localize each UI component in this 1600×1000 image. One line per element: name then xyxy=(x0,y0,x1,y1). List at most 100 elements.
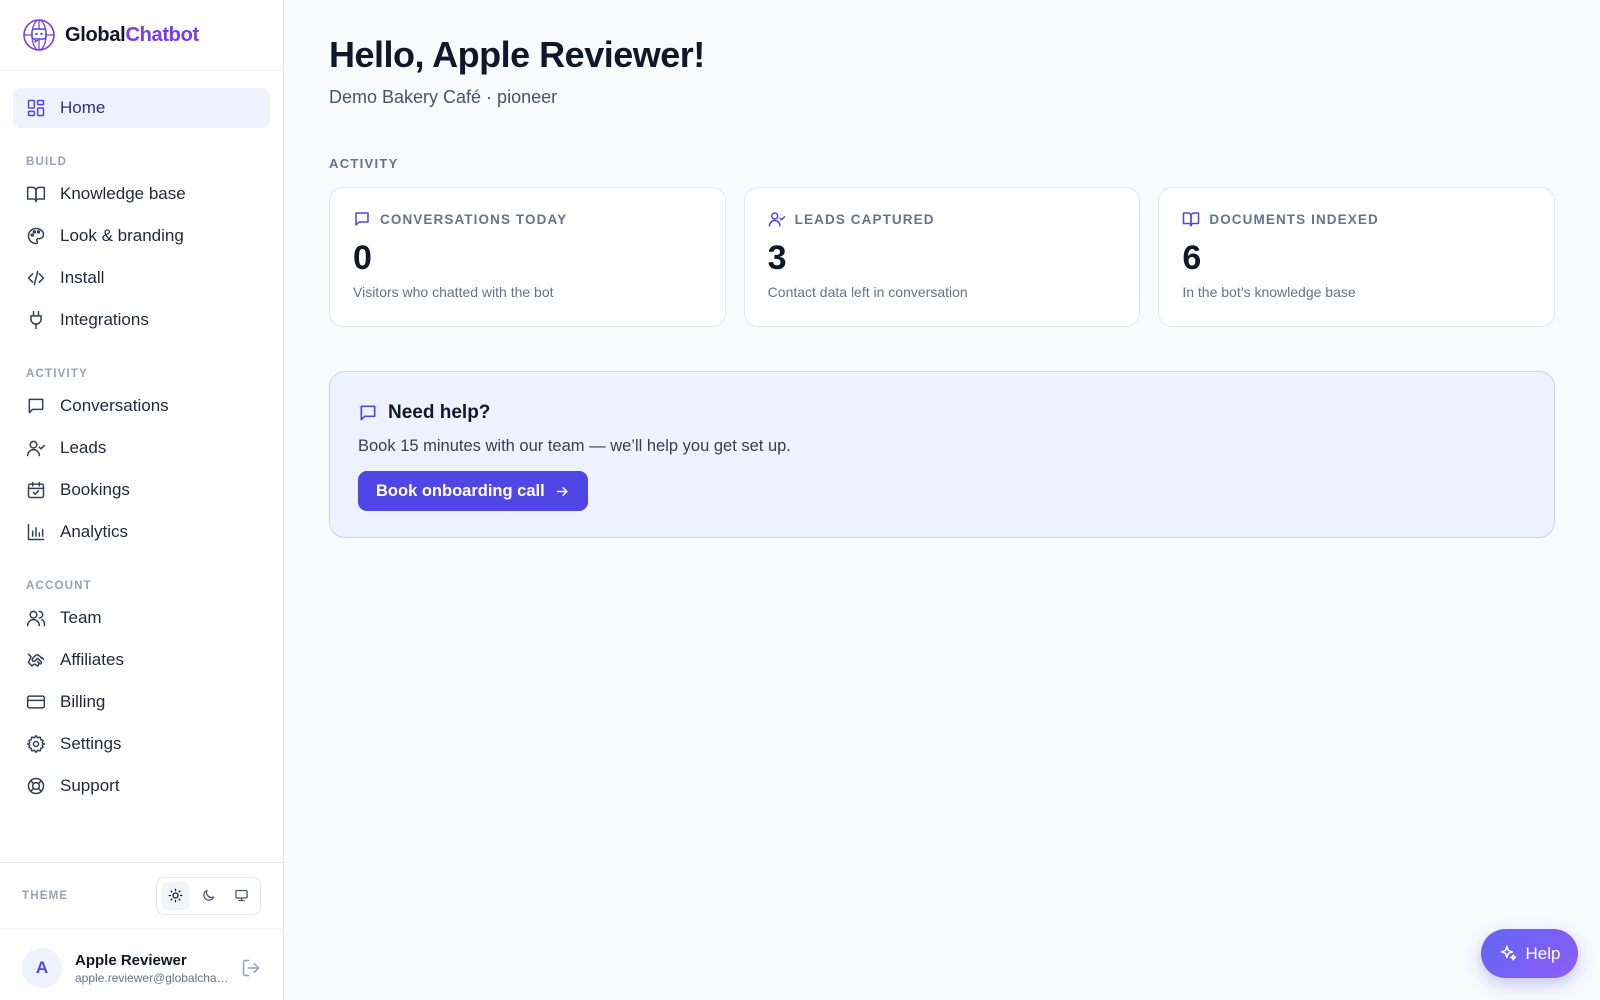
handshake-icon xyxy=(27,653,45,667)
main-content: Hello, Apple Reviewer! Demo Bakery Café … xyxy=(285,0,1600,1000)
user-info: Apple Reviewer apple.reviewer@globalchat… xyxy=(75,952,241,985)
user-check-icon xyxy=(768,212,785,227)
help-fab-button[interactable]: Help xyxy=(1481,929,1578,978)
user-check-icon xyxy=(26,440,46,457)
message-icon xyxy=(355,212,369,226)
help-card: Need help? Book 15 minutes with our team… xyxy=(329,371,1555,538)
sidebar-item-label: Settings xyxy=(60,734,122,753)
section-label-account: ACCOUNT xyxy=(26,580,92,592)
users-icon xyxy=(26,610,46,627)
card-header: DOCUMENTS INDEXED xyxy=(1182,210,1532,228)
message-icon xyxy=(360,405,376,421)
sidebar-item-label: Home xyxy=(60,98,106,117)
sidebar-item-label: Billing xyxy=(60,692,106,711)
life-buoy-icon xyxy=(27,777,45,795)
sidebar-item-leads[interactable]: Leads xyxy=(13,428,270,468)
card-description: Visitors who chatted with the bot xyxy=(353,284,554,301)
sidebar: GlobalChatbot Home BUILD Knowledge base … xyxy=(0,0,284,1000)
sidebar-item-label: Leads xyxy=(60,438,107,457)
sparkles-icon xyxy=(1500,945,1516,961)
calendar-check-icon xyxy=(27,481,45,499)
sidebar-item-label: Affiliates xyxy=(60,650,124,669)
avatar[interactable]: A xyxy=(22,948,62,988)
sidebar-item-look-branding[interactable]: Look & branding xyxy=(13,216,270,256)
sidebar-item-integrations[interactable]: Integrations xyxy=(13,300,270,340)
user-email: apple.reviewer@globalchatbot.com xyxy=(75,970,231,985)
arrow-right-icon xyxy=(556,486,568,496)
button-label: Book onboarding call xyxy=(376,481,545,500)
sidebar-item-label: Knowledge base xyxy=(60,184,186,203)
sidebar-item-label: Bookings xyxy=(60,480,130,499)
card-value: 0 xyxy=(353,239,372,277)
stat-card-documents: DOCUMENTS INDEXED 6 In the bot’s knowled… xyxy=(1158,187,1556,327)
card-description: Contact data left in conversation xyxy=(767,284,968,301)
book-icon xyxy=(26,186,46,203)
credit-card-icon xyxy=(26,695,46,709)
help-header: Need help? xyxy=(358,402,1554,424)
help-text: Book 15 minutes with our team — we’ll he… xyxy=(358,437,791,455)
sidebar-footer: THEME A Apple Reviewer apple.reviewer@gl… xyxy=(0,862,283,1000)
sidebar-nav: Home BUILD Knowledge base Look & brandin… xyxy=(0,71,283,806)
card-label: CONVERSATIONS TODAY xyxy=(380,211,568,227)
book-icon xyxy=(1183,212,1200,227)
brand-name: GlobalChatbot xyxy=(65,24,199,47)
theme-system-button[interactable] xyxy=(227,882,256,910)
sidebar-item-team[interactable]: Team xyxy=(13,598,270,638)
gear-icon xyxy=(26,734,46,754)
section-label-build: BUILD xyxy=(26,156,68,168)
sidebar-item-install[interactable]: Install xyxy=(13,258,270,298)
brand-name-global: Global xyxy=(65,23,126,46)
message-icon xyxy=(28,398,44,414)
grid-icon xyxy=(27,99,45,117)
page-subtitle: Demo Bakery Café · pioneer xyxy=(329,87,558,107)
sidebar-item-support[interactable]: Support xyxy=(13,766,270,806)
logout-icon[interactable] xyxy=(241,958,261,978)
sidebar-item-settings[interactable]: Settings xyxy=(13,724,270,764)
globe-chat-icon xyxy=(23,19,55,51)
brand-name-chatbot: Chatbot xyxy=(125,23,199,46)
sidebar-item-label: Integrations xyxy=(60,310,149,329)
card-value: 6 xyxy=(1182,239,1202,277)
plug-icon xyxy=(30,310,42,330)
sidebar-item-label: Team xyxy=(60,608,102,627)
sidebar-item-label: Install xyxy=(60,268,105,287)
sidebar-item-bookings[interactable]: Bookings xyxy=(13,470,270,510)
sidebar-item-conversations[interactable]: Conversations xyxy=(13,386,270,426)
sidebar-item-home[interactable]: Home xyxy=(13,88,270,128)
card-header: CONVERSATIONS TODAY xyxy=(353,210,703,228)
theme-light-button[interactable] xyxy=(161,881,190,910)
page-title: Hello, Apple Reviewer! xyxy=(329,34,705,75)
brand[interactable]: GlobalChatbot xyxy=(0,0,283,71)
stat-card-conversations: CONVERSATIONS TODAY 0 Visitors who chatt… xyxy=(329,187,726,327)
card-label: LEADS CAPTURED xyxy=(794,211,935,227)
fab-label: Help xyxy=(1525,943,1561,963)
theme-switcher xyxy=(156,876,261,915)
section-label-activity: ACTIVITY xyxy=(26,368,88,380)
palette-icon xyxy=(27,227,45,245)
sun-icon xyxy=(168,888,183,903)
theme-dark-button[interactable] xyxy=(194,882,223,910)
help-title: Need help? xyxy=(388,402,491,423)
monitor-icon xyxy=(235,889,248,902)
theme-row: THEME xyxy=(0,863,283,929)
user-profile: A Apple Reviewer apple.reviewer@globalch… xyxy=(0,929,283,999)
sidebar-item-label: Analytics xyxy=(60,522,129,541)
sidebar-item-label: Conversations xyxy=(60,396,169,415)
sidebar-item-billing[interactable]: Billing xyxy=(13,682,270,722)
moon-icon xyxy=(203,889,215,901)
card-value: 3 xyxy=(767,239,787,277)
user-name: Apple Reviewer xyxy=(75,951,187,969)
sidebar-item-analytics[interactable]: Analytics xyxy=(13,512,270,552)
code-icon xyxy=(27,270,45,286)
card-description: In the bot’s knowledge base xyxy=(1182,284,1356,301)
stat-card-leads: LEADS CAPTURED 3 Contact data left in co… xyxy=(743,187,1141,327)
card-label: DOCUMENTS INDEXED xyxy=(1209,211,1379,227)
sidebar-item-knowledge-base[interactable]: Knowledge base xyxy=(13,174,270,214)
card-header: LEADS CAPTURED xyxy=(768,210,1118,228)
activity-section-label: ACTIVITY xyxy=(329,156,399,171)
sidebar-item-label: Look & branding xyxy=(60,226,184,245)
book-onboarding-call-button[interactable]: Book onboarding call xyxy=(358,471,588,511)
theme-label: THEME xyxy=(22,889,69,902)
sidebar-item-label: Support xyxy=(60,776,120,795)
sidebar-item-affiliates[interactable]: Affiliates xyxy=(13,640,270,680)
